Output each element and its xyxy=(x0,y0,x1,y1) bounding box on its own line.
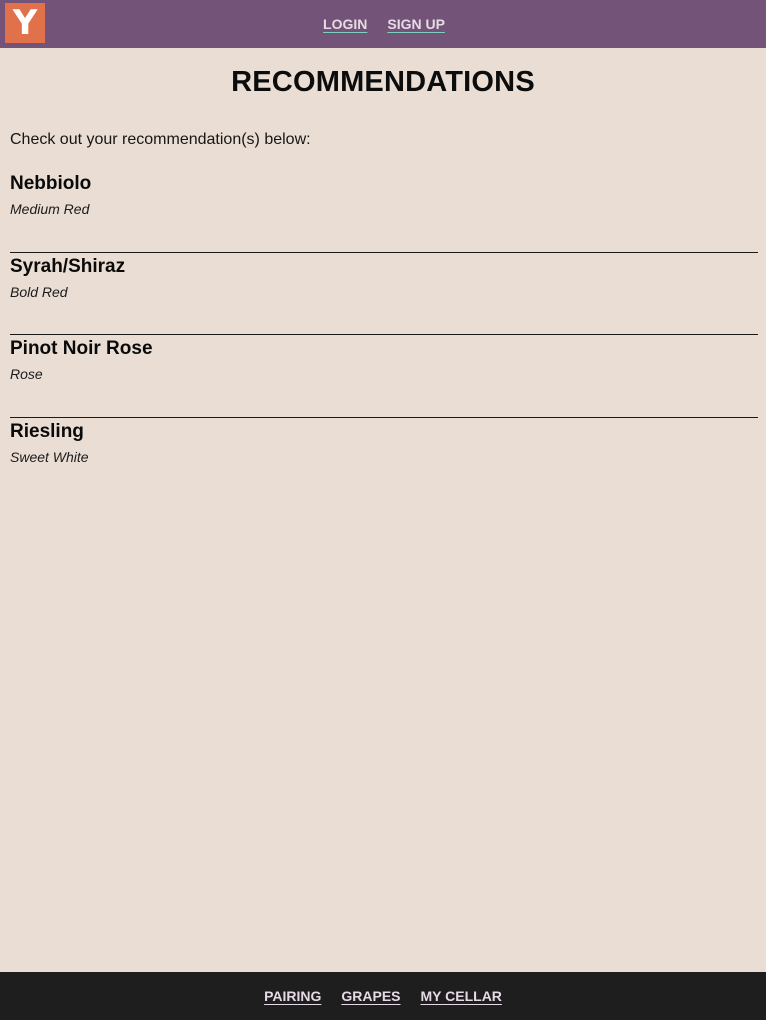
pairing-link[interactable]: PAIRING xyxy=(264,988,321,1004)
footer-nav: PAIRING GRAPES MY CELLAR xyxy=(0,972,766,1020)
auth-nav: LOGIN SIGN UP xyxy=(0,0,766,48)
sign-up-link[interactable]: SIGN UP xyxy=(387,16,445,32)
intro-text: Check out your recommendation(s) below: xyxy=(10,131,311,148)
wine-name: Pinot Noir Rose xyxy=(10,338,153,360)
wine-style: Sweet White xyxy=(10,449,89,466)
my-cellar-link[interactable]: MY CELLAR xyxy=(421,988,502,1004)
bottom-nav-bar: PAIRING GRAPES MY CELLAR xyxy=(0,972,766,1020)
wine-style: Medium Red xyxy=(10,201,90,217)
wine-name: Syrah/Shiraz xyxy=(10,255,126,277)
recommendation-item: Nebbiolo Medium Red xyxy=(10,170,758,253)
recommendation-item: Riesling Sweet White xyxy=(10,418,758,501)
recommendation-list: Nebbiolo Medium Red Syrah/Shiraz Bold Re… xyxy=(10,170,758,501)
wine-style: Rose xyxy=(10,366,43,383)
recommendation-item: Syrah/Shiraz Bold Red xyxy=(10,253,758,336)
page-title: RECOMMENDATIONS xyxy=(231,66,535,98)
login-link[interactable]: LOGIN xyxy=(323,16,367,32)
wine-name: Nebbiolo xyxy=(10,173,92,194)
top-nav-bar: Y LOGIN SIGN UP xyxy=(0,0,766,48)
recommendation-item: Pinot Noir Rose Rose xyxy=(10,335,758,419)
wine-name: Riesling xyxy=(10,421,84,443)
wine-style: Bold Red xyxy=(10,283,68,300)
grapes-link[interactable]: GRAPES xyxy=(341,988,400,1004)
